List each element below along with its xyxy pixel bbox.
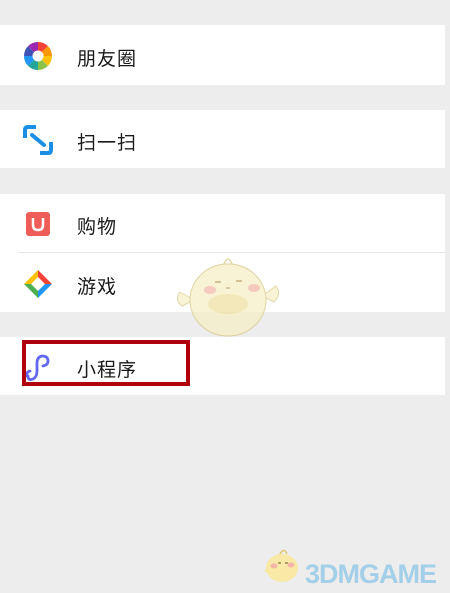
- games-diamond-icon: [24, 270, 52, 298]
- moments-aperture-icon: [24, 42, 52, 70]
- scan-icon: [23, 125, 53, 155]
- menu-item-shopping[interactable]: 购物: [0, 194, 445, 252]
- moments-label: 朋友圈: [77, 49, 138, 70]
- menu-item-moments[interactable]: 朋友圈: [0, 26, 445, 84]
- menu-item-scan[interactable]: 扫一扫: [0, 110, 445, 168]
- watermark-chick-icon: [264, 549, 298, 582]
- scan-group: 扫一扫: [0, 110, 445, 168]
- shopping-label: 购物: [77, 217, 118, 238]
- highlight-box: [22, 340, 190, 386]
- watermark-text: 3DMGAME: [305, 559, 437, 589]
- chick-mascot-icon: [176, 258, 280, 337]
- shopping-bag-icon: [26, 212, 50, 236]
- scan-label: 扫一扫: [77, 133, 138, 154]
- games-label: 游戏: [77, 277, 118, 298]
- moments-group: 朋友圈: [0, 25, 445, 85]
